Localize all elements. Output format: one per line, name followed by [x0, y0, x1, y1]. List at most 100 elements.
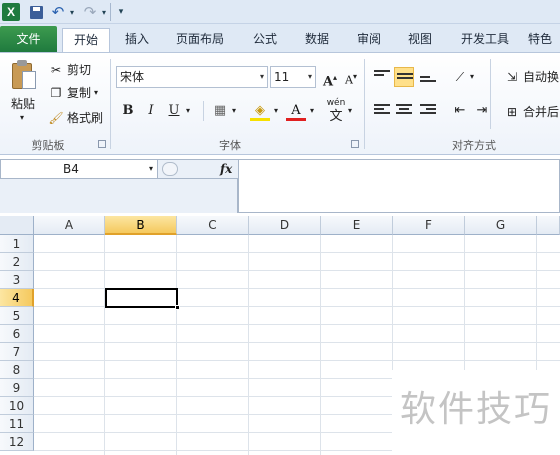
- bold-button[interactable]: B: [118, 101, 138, 121]
- undo-dropdown-icon[interactable]: ▾: [68, 3, 76, 21]
- redo-icon[interactable]: ↷: [82, 3, 98, 21]
- row-header[interactable]: 12: [0, 433, 34, 451]
- clipboard-group-label: 剪贴板: [31, 139, 65, 152]
- copy-icon: ❐: [50, 85, 62, 100]
- align-bottom-icon[interactable]: [418, 67, 438, 87]
- paste-button-label[interactable]: 粘贴: [11, 95, 35, 112]
- tab-formulas[interactable]: 公式: [244, 28, 286, 52]
- save-icon[interactable]: [28, 3, 44, 21]
- column-header[interactable]: A: [34, 216, 105, 235]
- shrink-font-button[interactable]: A▾: [341, 67, 361, 87]
- tab-file[interactable]: 文件: [0, 26, 57, 52]
- grid-row-line: [34, 360, 560, 361]
- orientation-dropdown-icon[interactable]: ▾: [466, 67, 478, 87]
- align-center-icon[interactable]: [394, 101, 414, 121]
- wrap-text-button[interactable]: ⇲ 自动换: [504, 68, 559, 85]
- cut-button[interactable]: ✂ 剪切: [48, 61, 91, 78]
- phonetic-guide-button[interactable]: wén 文: [326, 97, 346, 127]
- align-top-icon[interactable]: [372, 67, 392, 87]
- row-header[interactable]: 4: [0, 289, 34, 307]
- row-header[interactable]: 5: [0, 307, 34, 325]
- increase-indent-icon[interactable]: ⇥: [472, 101, 492, 121]
- formula-bar-grip-icon[interactable]: [162, 162, 178, 176]
- row-header[interactable]: 9: [0, 379, 34, 397]
- align-right-icon[interactable]: [418, 101, 438, 121]
- row-header[interactable]: 8: [0, 361, 34, 379]
- fill-handle[interactable]: [175, 305, 180, 310]
- font-size-combo[interactable]: 11 ▾: [270, 66, 316, 88]
- name-box-value: B4: [63, 162, 79, 176]
- paste-icon[interactable]: [10, 59, 38, 91]
- underline-button[interactable]: U: [164, 101, 184, 121]
- clipboard-launcher-icon[interactable]: [98, 140, 106, 148]
- tab-developer[interactable]: 开发工具: [452, 28, 518, 52]
- grid-column-line: [320, 235, 321, 455]
- row-header[interactable]: 2: [0, 253, 34, 271]
- tab-review[interactable]: 审阅: [348, 28, 390, 52]
- row-header[interactable]: 3: [0, 271, 34, 289]
- paste-dropdown-icon[interactable]: ▾: [20, 113, 24, 122]
- group-divider: [364, 59, 365, 149]
- column-header[interactable]: D: [249, 216, 321, 235]
- tab-data[interactable]: 数据: [296, 28, 338, 52]
- column-header[interactable]: E: [321, 216, 393, 235]
- tab-page-layout[interactable]: 页面布局: [168, 28, 232, 52]
- font-name-combo[interactable]: 宋体 ▾: [116, 66, 268, 88]
- merge-cells-icon: ⊞: [506, 104, 518, 119]
- ribbon-home: 粘贴 ▾ ✂ 剪切 ❐ 复制 ▾ 🖌 格式刷 剪贴板 宋体 ▾ 11 ▾ A▴ …: [0, 52, 560, 155]
- borders-icon[interactable]: ▦: [210, 101, 230, 121]
- column-header[interactable]: F: [393, 216, 465, 235]
- column-header[interactable]: C: [177, 216, 249, 235]
- customize-toolbar-icon[interactable]: ▾: [116, 3, 126, 21]
- chevron-down-icon[interactable]: ▾: [149, 160, 153, 178]
- grow-font-button[interactable]: A▴: [320, 67, 340, 89]
- insert-function-button[interactable]: fx: [220, 159, 232, 179]
- row-header[interactable]: 7: [0, 343, 34, 361]
- tab-insert[interactable]: 插入: [116, 28, 158, 52]
- format-painter-button[interactable]: 🖌 格式刷: [48, 109, 103, 126]
- tab-view[interactable]: 视图: [399, 28, 441, 52]
- row-header[interactable]: 11: [0, 415, 34, 433]
- active-cell[interactable]: [105, 288, 180, 310]
- grid-row-line: [34, 324, 560, 325]
- font-launcher-icon[interactable]: [351, 140, 359, 148]
- column-header[interactable]: G: [465, 216, 537, 235]
- underline-dropdown-icon[interactable]: ▾: [182, 101, 194, 121]
- align-middle-icon[interactable]: [394, 67, 414, 87]
- copy-button[interactable]: ❐ 复制 ▾: [48, 84, 98, 101]
- name-box[interactable]: B4 ▾: [0, 159, 158, 179]
- font-color-button[interactable]: A: [286, 101, 306, 121]
- excel-logo-icon: X: [2, 3, 20, 21]
- font-separator: [203, 101, 204, 121]
- merge-center-label: 合并后: [523, 105, 560, 119]
- row-header[interactable]: 6: [0, 325, 34, 343]
- row-header[interactable]: 10: [0, 397, 34, 415]
- chevron-down-icon[interactable]: ▾: [260, 67, 264, 87]
- merge-center-button[interactable]: ⊞ 合并后: [504, 103, 559, 120]
- paintbrush-icon: 🖌: [48, 110, 64, 125]
- fill-color-dropdown-icon[interactable]: ▾: [270, 101, 282, 121]
- grid-row-line: [34, 252, 560, 253]
- undo-icon[interactable]: ↶: [50, 3, 66, 21]
- font-size-value: 11: [274, 70, 290, 84]
- font-color-dropdown-icon[interactable]: ▾: [306, 101, 318, 121]
- redo-dropdown-icon[interactable]: ▾: [100, 3, 108, 21]
- phonetic-dropdown-icon[interactable]: ▾: [344, 101, 356, 121]
- column-header[interactable]: B: [105, 216, 177, 235]
- borders-dropdown-icon[interactable]: ▾: [228, 101, 240, 121]
- wrap-text-icon: ⇲: [506, 69, 518, 84]
- select-all-corner[interactable]: [0, 216, 34, 235]
- align-left-icon[interactable]: [372, 101, 392, 121]
- fill-color-icon[interactable]: ◈: [250, 101, 270, 121]
- font-group-label: 字体: [219, 139, 241, 152]
- format-painter-label: 格式刷: [67, 111, 104, 125]
- chevron-down-icon[interactable]: ▾: [308, 67, 312, 87]
- italic-button[interactable]: I: [141, 101, 161, 121]
- tab-home[interactable]: 开始: [62, 28, 110, 53]
- decrease-indent-icon[interactable]: ⇤: [450, 101, 470, 121]
- row-header[interactable]: 1: [0, 235, 34, 253]
- formula-input[interactable]: [238, 159, 560, 213]
- alignment-group-label: 对齐方式: [452, 139, 496, 152]
- tab-special[interactable]: 特色: [528, 28, 560, 52]
- wrap-text-label: 自动换: [523, 70, 560, 84]
